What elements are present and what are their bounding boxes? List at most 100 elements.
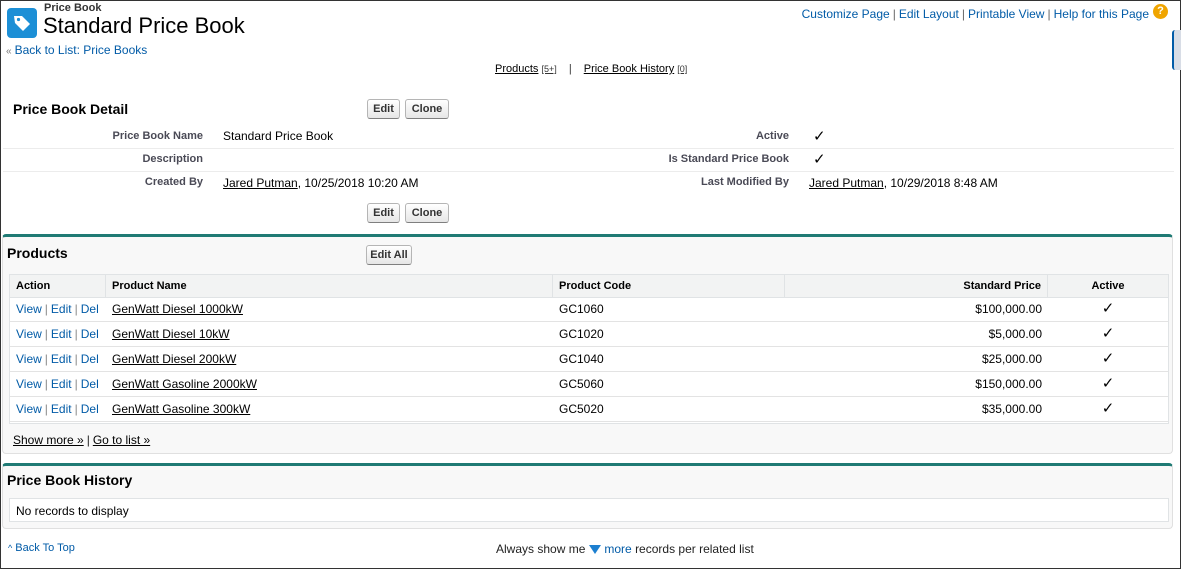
standard-price: $100,000.00 xyxy=(975,302,1042,316)
double-chevron-left-icon: « xyxy=(6,46,12,57)
product-name-link[interactable]: GenWatt Gasoline 300kW xyxy=(112,402,250,416)
view-link[interactable]: View xyxy=(16,402,42,416)
customize-page-link[interactable]: Customize Page xyxy=(802,7,890,21)
history-count: [0] xyxy=(677,64,688,74)
modified-date: , 10/29/2018 8:48 AM xyxy=(883,176,998,190)
active-label: Active xyxy=(755,130,789,142)
col-active[interactable]: Active xyxy=(1048,275,1168,297)
product-code: GC1040 xyxy=(559,352,604,366)
edit-link[interactable]: Edit xyxy=(51,327,72,341)
product-code: GC1060 xyxy=(559,302,604,316)
del-link[interactable]: Del xyxy=(81,352,99,366)
price-book-name-value: Standard Price Book xyxy=(223,129,334,143)
product-code: GC5020 xyxy=(559,402,604,416)
product-name-link[interactable]: GenWatt Diesel 1000kW xyxy=(112,302,243,316)
col-standard-price[interactable]: Standard Price xyxy=(785,275,1048,297)
view-link[interactable]: View xyxy=(16,302,42,316)
is-standard-label: Is Standard Price Book xyxy=(668,153,789,165)
help-link[interactable]: Help for this Page xyxy=(1054,7,1149,21)
table-row: View | Edit | Del GenWatt Diesel 10kW GC1020 $5… xyxy=(10,322,1168,347)
dropdown-triangle-icon[interactable] xyxy=(589,545,602,554)
go-to-list-link[interactable]: Go to list » xyxy=(93,433,150,447)
product-name-link[interactable]: GenWatt Gasoline 2000kW xyxy=(112,377,257,391)
records-per-list-control: Always show me more records per related l… xyxy=(496,542,754,556)
created-by-label: Created By xyxy=(144,176,203,188)
edit-all-button[interactable]: Edit All xyxy=(366,245,412,265)
clone-button-bottom[interactable]: Clone xyxy=(405,203,449,223)
products-table: Action Product Name Product Code Standar… xyxy=(9,274,1169,424)
related-list-nav: Products [5+] | Price Book History [0] xyxy=(495,63,688,75)
back-to-list-link[interactable]: Back to List: Price Books xyxy=(15,43,148,57)
more-records-link[interactable]: more xyxy=(604,542,631,556)
records-per-list-text: records per related list xyxy=(635,542,754,556)
table-row: View | Edit | Del GenWatt Diesel 200kW GC1040 $… xyxy=(10,347,1168,372)
product-name-link[interactable]: GenWatt Diesel 200kW xyxy=(112,352,236,366)
products-jump-link[interactable]: Products xyxy=(495,63,538,75)
sidebar-toggle-handle[interactable] xyxy=(1172,30,1181,70)
show-more-link[interactable]: Show more » xyxy=(13,433,84,447)
del-link[interactable]: Del xyxy=(81,327,99,341)
history-title: Price Book History xyxy=(7,472,133,488)
row-actions: View | Edit | Del xyxy=(16,377,99,391)
last-modified-label: Last Modified By xyxy=(700,176,789,188)
active-checkmark-icon: ✓ xyxy=(1101,375,1115,392)
page-title: Standard Price Book xyxy=(43,13,245,38)
edit-link[interactable]: Edit xyxy=(51,377,72,391)
active-checkmark-icon: ✓ xyxy=(813,128,826,145)
row-actions: View | Edit | Del xyxy=(16,327,99,341)
product-code: GC1020 xyxy=(559,327,604,341)
back-to-top-link[interactable]: Back To Top xyxy=(15,542,75,554)
standard-price: $5,000.00 xyxy=(988,327,1042,341)
top-links: Customize Page | Edit Layout | Printable Vie… xyxy=(801,7,1149,21)
edit-link[interactable]: Edit xyxy=(51,352,72,366)
products-related-list: Products Edit All Action Product Name Pr… xyxy=(2,234,1173,454)
edit-button-top[interactable]: Edit xyxy=(367,99,400,119)
price-book-history-related-list: Price Book History No records to display xyxy=(2,463,1173,529)
col-action: Action xyxy=(10,275,106,297)
last-modified-value: Jared Putman, 10/29/2018 8:48 AM xyxy=(809,176,998,190)
modified-by-user-link[interactable]: Jared Putman xyxy=(809,176,884,190)
table-row: View | Edit | Del GenWatt Gasoline 2000kW GC50… xyxy=(10,372,1168,397)
del-link[interactable]: Del xyxy=(81,402,99,416)
del-link[interactable]: Del xyxy=(81,377,99,391)
product-code: GC5060 xyxy=(559,377,604,391)
help-icon[interactable]: ? xyxy=(1153,4,1168,19)
col-product-name[interactable]: Product Name xyxy=(106,275,553,297)
row-actions: View | Edit | Del xyxy=(16,302,99,316)
view-link[interactable]: View xyxy=(16,377,42,391)
product-name-link[interactable]: GenWatt Diesel 10kW xyxy=(112,327,230,341)
col-product-code[interactable]: Product Code xyxy=(553,275,785,297)
view-link[interactable]: View xyxy=(16,327,42,341)
back-to-top[interactable]: ^ Back To Top xyxy=(8,542,75,554)
products-count: [5+] xyxy=(541,64,557,74)
printable-view-link[interactable]: Printable View xyxy=(968,7,1045,21)
active-checkmark-icon: ✓ xyxy=(1101,300,1115,317)
no-records-text: No records to display xyxy=(16,504,129,518)
del-link[interactable]: Del xyxy=(81,302,99,316)
price-book-detail-section: Price Book Detail Edit Clone Price Book … xyxy=(3,93,1174,230)
row-divider xyxy=(3,171,1174,172)
always-show-text: Always show me xyxy=(496,542,586,556)
created-by-user-link[interactable]: Jared Putman xyxy=(223,176,298,190)
clone-button-top[interactable]: Clone xyxy=(405,99,449,119)
is-standard-checkmark-icon: ✓ xyxy=(813,151,826,168)
list-footer-links: Show more » | Go to list » xyxy=(13,433,151,447)
edit-layout-link[interactable]: Edit Layout xyxy=(899,7,959,21)
products-title: Products xyxy=(7,245,68,261)
edit-link[interactable]: Edit xyxy=(51,302,72,316)
back-to-list[interactable]: «Back to List: Price Books xyxy=(6,43,147,57)
row-actions: View | Edit | Del xyxy=(16,352,99,366)
history-jump-link[interactable]: Price Book History xyxy=(584,63,674,75)
edit-link[interactable]: Edit xyxy=(51,402,72,416)
history-table: No records to display xyxy=(9,498,1169,522)
view-link[interactable]: View xyxy=(16,352,42,366)
created-by-value: Jared Putman, 10/25/2018 10:20 AM xyxy=(223,176,418,190)
active-checkmark-icon: ✓ xyxy=(1101,400,1115,417)
edit-button-bottom[interactable]: Edit xyxy=(367,203,400,223)
active-checkmark-icon: ✓ xyxy=(1101,350,1115,367)
description-label: Description xyxy=(142,153,203,165)
table-row: View | Edit | Del GenWatt Gasoline 300kW GC502… xyxy=(10,397,1168,422)
standard-price: $25,000.00 xyxy=(981,352,1042,366)
detail-section-title: Price Book Detail xyxy=(13,101,129,117)
standard-price: $35,000.00 xyxy=(981,402,1042,416)
